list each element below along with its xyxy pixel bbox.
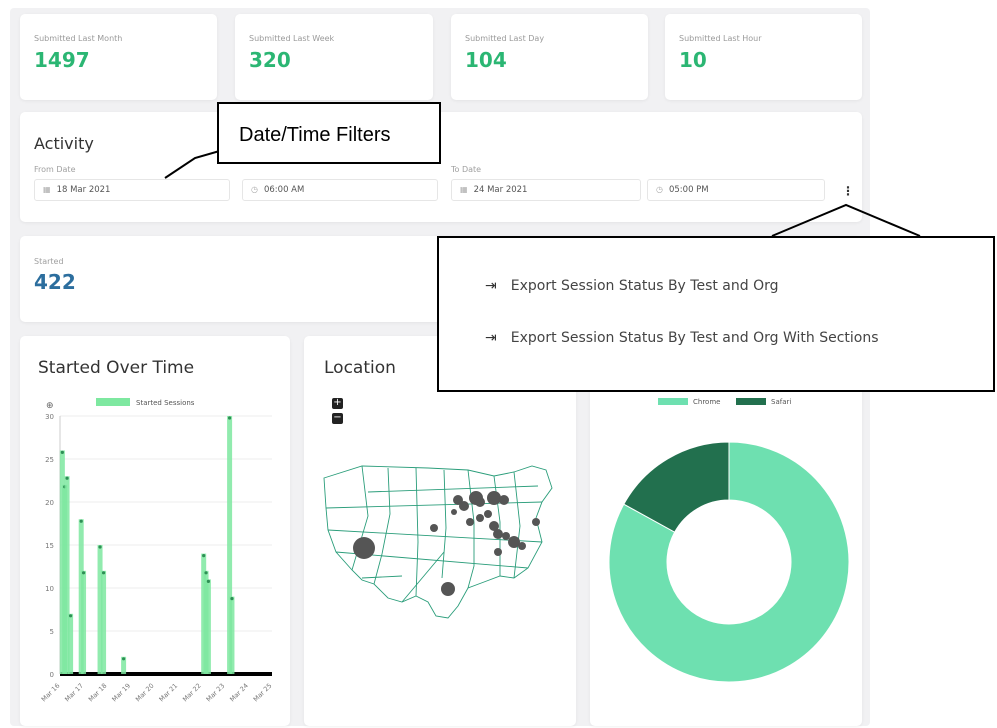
export-menu: ⇥ Export Session Status By Test and Org ⇥…: [437, 236, 995, 392]
export-with-sections-item[interactable]: ⇥ Export Session Status By Test and Org W…: [485, 330, 879, 346]
export-by-test-org-item[interactable]: ⇥ Export Session Status By Test and Org: [485, 278, 779, 294]
date-time-filters-callout: Date/Time Filters: [217, 102, 441, 164]
menu-item-label: Export Session Status By Test and Org: [510, 278, 779, 294]
export-icon: ⇥: [485, 278, 497, 294]
callout-text: Date/Time Filters: [239, 124, 391, 146]
menu-item-label: Export Session Status By Test and Org Wi…: [510, 330, 879, 346]
export-icon: ⇥: [485, 330, 497, 346]
